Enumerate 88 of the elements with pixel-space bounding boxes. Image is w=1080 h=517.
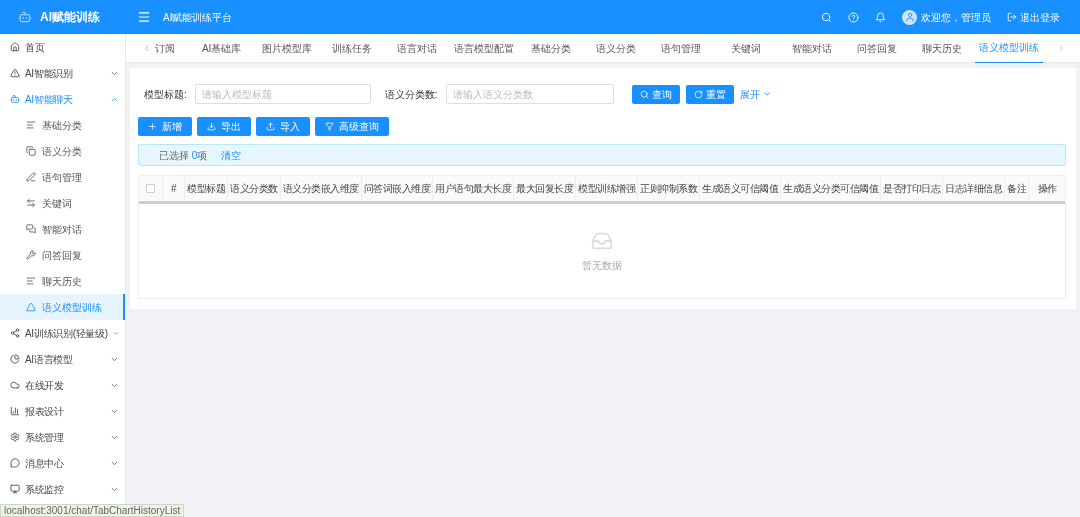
column-header: 语义分类嵌入维度 [280,176,362,201]
column-header: 备注 [1005,176,1029,201]
tab[interactable]: AI基础库 [189,33,255,63]
column-header: 生成语义可信阈值 [700,176,781,201]
tab[interactable]: 订阅 [155,33,189,63]
wrench-icon [26,250,36,260]
sidebar-item[interactable]: 在线开发 [0,372,125,398]
sidebar-item[interactable]: 系统监控 [0,476,125,502]
tab[interactable]: 语义分类 [583,33,649,63]
logout-icon [1007,12,1017,22]
sidebar-item[interactable]: 首页 [0,34,125,60]
column-header: 最大回复长度 [514,176,576,201]
warning-icon [10,68,20,78]
list-icon [26,120,36,130]
cloud-icon [10,380,20,390]
share-icon [10,328,20,338]
pen-icon [26,172,36,182]
tab[interactable]: 问答回复 [844,33,910,63]
list-icon [26,276,36,286]
status-url: localhost:3001/chat/TabChartHistoryList [0,504,185,517]
column-header: 问答词嵌入维度 [361,176,433,201]
download-icon [207,122,216,131]
avatar[interactable] [902,9,917,25]
app-name: AI赋能训练 [40,9,100,26]
sidebar-subitem[interactable]: 语义分类 [0,138,125,164]
refresh-icon [693,89,703,99]
tab[interactable]: 语言对话 [384,33,451,63]
column-header: 生成语义分类可信阈值 [781,176,881,201]
field-label: 语义分类数: [384,87,438,102]
column-header: # [163,176,185,201]
triangle-icon [26,302,36,312]
column-header: 用户语句最大长度 [433,176,514,201]
robot-icon [10,94,20,104]
copy-icon [26,146,36,156]
sidebar-item[interactable]: 消息中心 [0,450,125,476]
column-header: 语义分类数 [228,176,281,201]
chevron-right-icon[interactable] [1057,43,1066,53]
sidebar-item[interactable]: 报表设计 [0,398,125,424]
bell-icon[interactable] [875,11,886,23]
tab[interactable]: 训练任务 [319,33,385,63]
pie-chart-icon [10,354,20,364]
field-label: 模型标题: [144,87,187,102]
sidebar-subitem[interactable]: 问答回复 [0,242,125,268]
tab[interactable]: 聊天历史 [909,33,975,63]
sidebar-item[interactable]: 系统管理 [0,424,125,450]
sidebar-item[interactable]: AI智能识别 [0,60,125,86]
search-icon[interactable] [821,11,832,23]
menu-icon[interactable] [137,10,151,24]
sidebar-subitem[interactable]: 语句管理 [0,164,125,190]
sidebar-subitem[interactable]: 关键词 [0,190,125,216]
swap-icon [26,198,36,208]
user-greeting: 欢迎您，管理员 [921,10,991,25]
bar-chart-icon [10,406,20,416]
chevron-left-icon[interactable] [142,43,151,53]
sidebar-item[interactable]: AI语言模型 [0,346,125,372]
chat-bubble-icon [10,458,20,468]
settings-icon [10,432,20,442]
tab[interactable]: 图片模型库 [254,33,320,63]
user-icon [904,12,915,22]
sidebar-item[interactable]: AI训练识别(轻量级) [0,320,125,346]
upload-icon [266,122,275,131]
tab[interactable]: 语言模型配置 [450,33,519,63]
column-header: 是否打印日志 [881,176,943,201]
platform-title: AI赋能训练平台 [163,10,233,25]
tab[interactable]: 智能对话 [779,33,845,63]
empty-text: 暂无数据 [582,258,622,273]
column-header: 日志详细信息 [943,176,1005,201]
tab[interactable]: 关键词 [713,33,780,63]
tab[interactable]: 基础分类 [518,33,584,63]
sidebar-subitem[interactable]: 智能对话 [0,216,125,242]
column-header: 模型标题 [185,176,228,201]
select-all-checkbox[interactable] [146,184,155,193]
chat-icon [26,224,36,234]
column-header: 正则抑制系数 [638,176,700,201]
search-icon [639,89,649,99]
logo-icon [18,10,32,24]
monitor-icon [10,484,20,494]
home-icon [10,42,20,52]
help-icon[interactable] [848,11,859,23]
column-header: 操作 [1036,182,1058,196]
selection-count: 已选择 0项 [159,148,208,163]
sidebar-subitem[interactable]: 聊天历史 [0,268,125,294]
tab[interactable]: 语句管理 [648,33,714,63]
column-header: 模型训练增强 [576,176,638,201]
sidebar-subitem[interactable]: 基础分类 [0,112,125,138]
plus-icon [148,122,157,131]
filter-icon [325,122,334,131]
chevron-down-icon [761,89,772,99]
